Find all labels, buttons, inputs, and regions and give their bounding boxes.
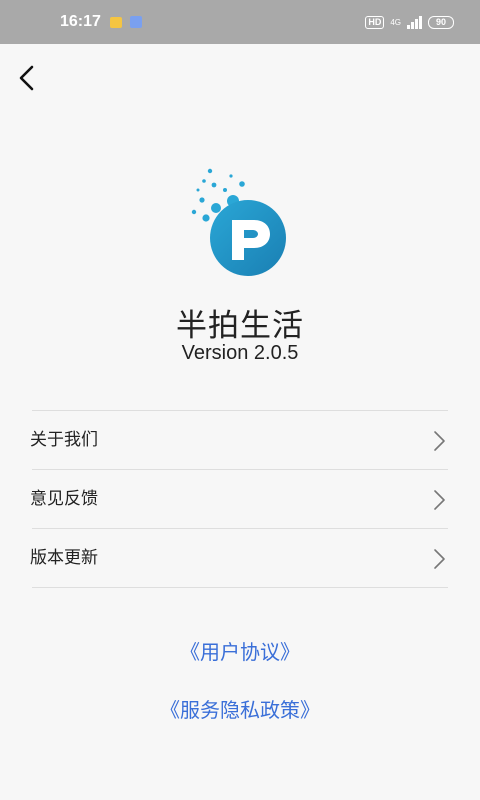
network-type-label: 4G [390, 17, 401, 27]
app-logo [190, 168, 290, 278]
battery-icon: 90 [428, 15, 454, 29]
status-bar: 16:17 HD 4G 90 [0, 0, 480, 44]
app-name: 半拍生活 [176, 308, 304, 344]
app-version: Version 2.0.5 [181, 342, 299, 364]
menu-item-feedback[interactable]: 意见反馈 [30, 470, 448, 529]
privacy-policy-link[interactable]: 《服务隐私政策》 [0, 694, 480, 723]
battery-level: 90 [435, 16, 446, 27]
chevron-right-icon [434, 490, 445, 510]
menu-item-label: 版本更新 [30, 548, 98, 568]
menu-item-label: 意见反馈 [30, 489, 98, 509]
hd-badge: HD [365, 15, 385, 29]
menu-item-about-us[interactable]: 关于我们 [30, 410, 448, 470]
back-button[interactable] [12, 62, 44, 94]
chevron-right-icon [434, 549, 445, 569]
menu-item-label: 关于我们 [30, 430, 98, 450]
settings-menu: 关于我们 意见反馈 版本更新 [0, 410, 480, 588]
chevron-right-icon [434, 431, 445, 451]
status-time: 16:17 [60, 13, 101, 30]
chevron-left-icon [19, 65, 34, 91]
user-agreement-link[interactable]: 《用户协议》 [0, 636, 480, 665]
message-notification-icon [110, 17, 122, 28]
status-indicators: HD 4G 90 [365, 0, 454, 44]
menu-item-version-update[interactable]: 版本更新 [30, 529, 448, 588]
app-notification-icon [130, 16, 142, 28]
signal-icon [407, 15, 422, 29]
